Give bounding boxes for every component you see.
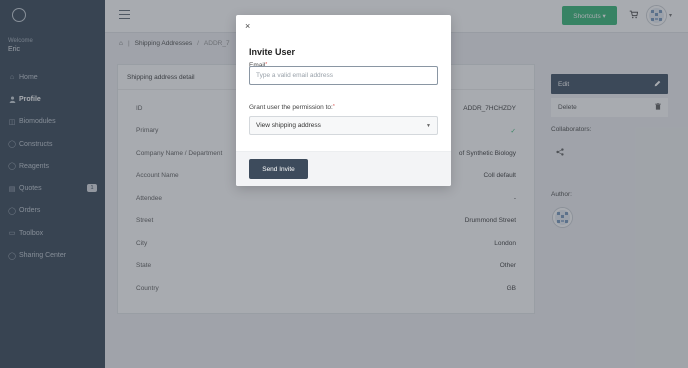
modal-title: Invite User: [249, 47, 296, 57]
close-icon[interactable]: ×: [245, 22, 250, 31]
caret-down-icon: ▼: [426, 122, 431, 129]
permission-label-text: Grant user the permission to:: [249, 104, 333, 111]
invite-user-modal: × Invite User Email* Grant user the perm…: [236, 15, 451, 186]
permission-selected-value: View shipping address: [256, 122, 321, 129]
email-field[interactable]: [249, 66, 438, 85]
permission-label: Grant user the permission to:*: [249, 104, 335, 111]
modal-footer: Send Invite: [236, 151, 451, 186]
required-marker: *: [332, 104, 335, 110]
send-invite-button[interactable]: Send Invite: [249, 159, 308, 179]
permission-select[interactable]: View shipping address ▼: [249, 116, 438, 135]
modal-header: ×: [236, 15, 451, 39]
